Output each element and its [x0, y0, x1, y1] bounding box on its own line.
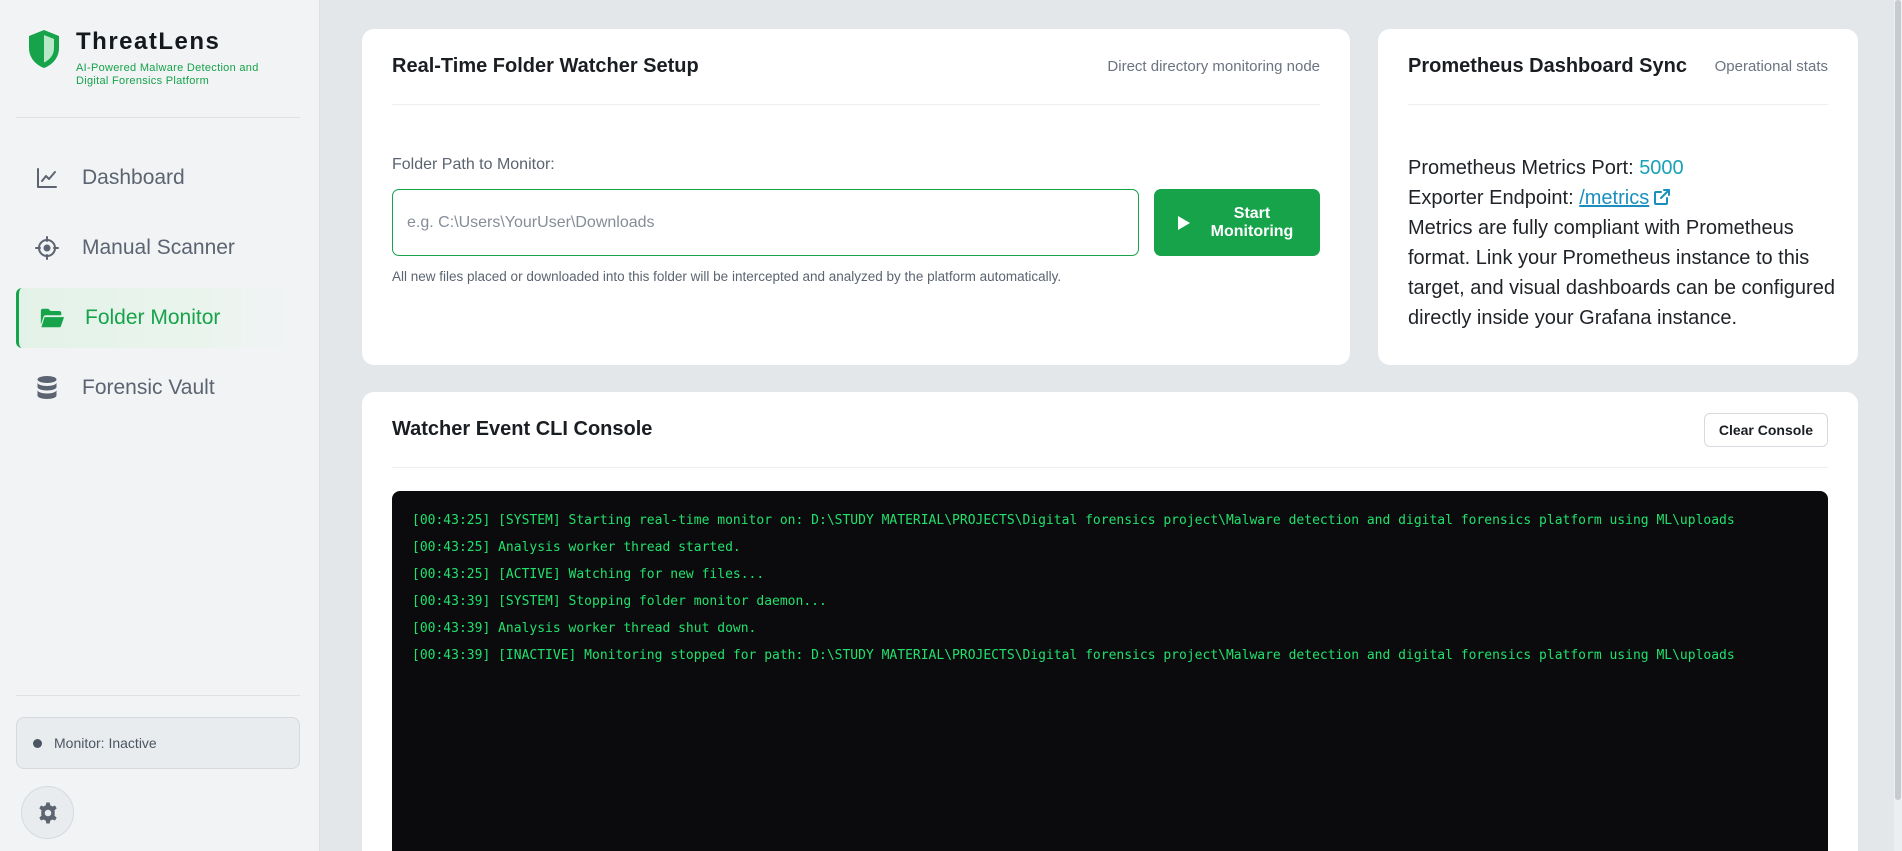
external-link-icon — [1654, 189, 1671, 205]
card-title: Real-Time Folder Watcher Setup — [392, 55, 699, 77]
prometheus-card: Prometheus Dashboard Sync Operational st… — [1378, 29, 1858, 365]
sidebar-item-label: Manual Scanner — [82, 236, 235, 259]
brand-subtitle: AI-Powered Malware Detection and Digital… — [76, 62, 259, 87]
folder-open-icon — [39, 305, 65, 331]
card-header: Real-Time Folder Watcher Setup Direct di… — [392, 29, 1320, 105]
log-line: [00:43:39] Analysis worker thread shut d… — [412, 621, 757, 636]
sidebar-item-label: Forensic Vault — [82, 376, 215, 399]
clear-console-button[interactable]: Clear Console — [1703, 412, 1828, 447]
sidebar-item-label: Folder Monitor — [85, 306, 221, 329]
prometheus-body: Prometheus Metrics Port: 5000 Exporter E… — [1408, 153, 1838, 333]
card-meta: Operational stats — [1714, 58, 1828, 75]
card-header: Prometheus Dashboard Sync Operational st… — [1408, 29, 1828, 105]
brand[interactable]: ThreatLens AI-Powered Malware Detection … — [26, 28, 276, 88]
metrics-port-row: Prometheus Metrics Port: 5000 — [1408, 153, 1838, 183]
log-line: [00:43:25] Analysis worker thread starte… — [412, 540, 741, 555]
sidebar-item-manual-scanner[interactable]: Manual Scanner — [16, 218, 286, 278]
folder-path-input[interactable] — [392, 189, 1139, 256]
database-icon — [34, 375, 60, 401]
watcher-console-card: Watcher Event CLI Console Clear Console … — [362, 392, 1858, 851]
card-meta: Direct directory monitoring node — [1107, 58, 1320, 75]
sidebar: ThreatLens AI-Powered Malware Detection … — [0, 0, 320, 851]
folder-watcher-card: Real-Time Folder Watcher Setup Direct di… — [362, 29, 1350, 365]
page-scrollbar[interactable] — [1894, 0, 1902, 851]
card-header: Watcher Event CLI Console Clear Console — [392, 392, 1828, 468]
sidebar-item-forensic-vault[interactable]: Forensic Vault — [16, 358, 286, 418]
monitor-status-text: Monitor: Inactive — [54, 735, 157, 751]
log-line: [00:43:25] [SYSTEM] Starting real-time m… — [412, 513, 1735, 528]
cli-console[interactable]: [00:43:25] [SYSTEM] Starting real-time m… — [392, 491, 1828, 851]
sidebar-divider — [16, 695, 300, 696]
gear-icon — [38, 802, 57, 823]
exporter-endpoint-row: Exporter Endpoint: /metrics — [1408, 183, 1838, 213]
sidebar-item-folder-monitor[interactable]: Folder Monitor — [16, 288, 286, 348]
brand-title: ThreatLens — [76, 28, 221, 55]
sidebar-item-dashboard[interactable]: Dashboard — [16, 148, 286, 208]
metrics-port-label: Prometheus Metrics Port: — [1408, 157, 1640, 179]
log-line: [00:43:25] [ACTIVE] Watching for new fil… — [412, 567, 765, 582]
prometheus-description: Metrics are fully compliant with Prometh… — [1408, 217, 1835, 329]
card-title: Prometheus Dashboard Sync — [1408, 55, 1687, 77]
chart-line-icon — [34, 165, 60, 191]
log-line: [00:43:39] [INACTIVE] Monitoring stopped… — [412, 648, 1735, 663]
start-monitoring-button[interactable]: Start Monitoring — [1154, 189, 1320, 256]
metrics-endpoint-link[interactable]: /metrics — [1579, 187, 1671, 209]
scrollbar-thumb[interactable] — [1895, 0, 1901, 800]
crosshair-icon — [34, 235, 60, 261]
metrics-endpoint-text: /metrics — [1579, 187, 1650, 209]
log-line: [00:43:39] [SYSTEM] Stopping folder moni… — [412, 594, 827, 609]
sidebar-divider — [16, 117, 300, 118]
folder-helper-text: All new files placed or downloaded into … — [392, 269, 1062, 284]
metrics-port-value: 5000 — [1639, 157, 1684, 179]
sidebar-item-label: Dashboard — [82, 166, 185, 189]
folder-path-label: Folder Path to Monitor: — [392, 156, 555, 173]
card-title: Watcher Event CLI Console — [392, 418, 653, 440]
start-monitoring-label: Start Monitoring — [1210, 204, 1294, 240]
status-dot-icon — [33, 738, 42, 748]
play-icon — [1178, 215, 1190, 230]
monitor-status-badge: Monitor: Inactive — [16, 717, 300, 769]
exporter-endpoint-label: Exporter Endpoint: — [1408, 187, 1580, 209]
settings-button[interactable] — [21, 786, 74, 839]
shield-logo-icon — [29, 30, 59, 68]
